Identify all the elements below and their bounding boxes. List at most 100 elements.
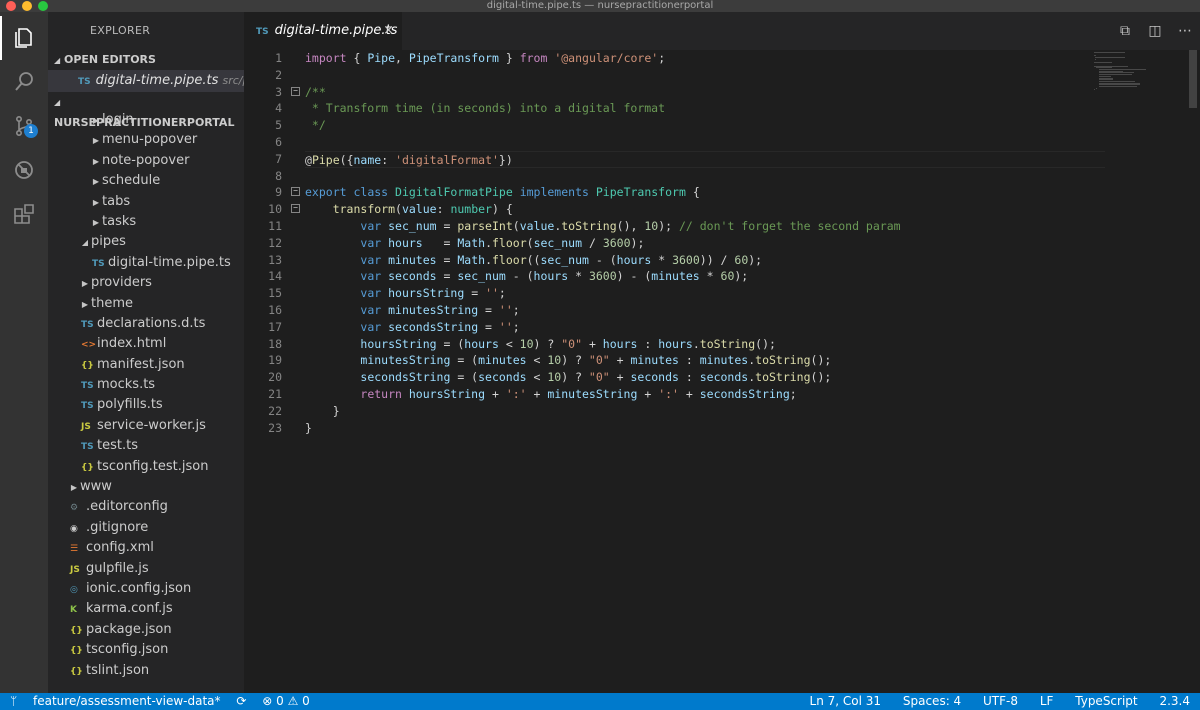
tree-file[interactable]: {} tsconfig.test.json [48,457,244,477]
code-line[interactable] [305,168,1105,185]
tree-file[interactable]: TS digital-time.pipe.ts [48,253,244,273]
code-line[interactable]: return hoursString + ':' + minutesString… [305,386,1105,403]
code-line[interactable]: transform(value: number) { [305,201,1105,218]
file-type-icon: TS [81,401,94,412]
open-editor-item[interactable]: TS digital-time.pipe.ts src/p... [48,70,244,92]
tree-file[interactable]: {} package.json [48,620,244,640]
vertical-scrollbar[interactable] [1186,50,1200,693]
tree-file[interactable]: {} manifest.json [48,355,244,375]
debug-icon[interactable] [0,148,48,192]
code-line[interactable]: import { Pipe, PipeTransform } from '@an… [305,50,1105,67]
code-line[interactable]: var secondsString = ''; [305,319,1105,336]
code-area[interactable]: import { Pipe, PipeTransform } from '@an… [305,50,1105,436]
chevron-right-icon: ▶ [92,217,100,227]
fold-icon[interactable]: − [291,86,300,96]
open-editors-section[interactable]: ◢ OPEN EDITORS [48,50,244,70]
tree-folder[interactable]: ▶ tasks [48,212,244,232]
code-line[interactable]: minutesString = (minutes < 10) ? "0" + m… [305,352,1105,369]
code-line[interactable]: hoursString = (hours < 10) ? "0" + hours… [305,336,1105,353]
tree-file[interactable]: ⚙ .editorconfig [48,497,244,517]
tree-file[interactable]: Kkarma.conf.js [48,599,244,619]
tree-folder[interactable]: ◢ pipes [48,232,244,252]
fold-icon[interactable]: − [291,204,300,214]
tree-item-label: tsconfig.test.json [97,458,209,474]
tree-file[interactable]: ◎ ionic.config.json [48,579,244,599]
code-line[interactable]: var hours = Math.floor(sec_num / 3600); [305,235,1105,252]
code-line[interactable]: @Pipe({name: 'digitalFormat'}) [305,150,1105,168]
tree-folder[interactable]: ▶ menu-popover [48,130,244,150]
line-number: 1 [275,51,282,65]
encoding-status[interactable]: UTF-8 [983,694,1018,708]
scm-badge: 1 [24,124,38,138]
code-line[interactable]: var sec_num = parseInt(value.toString(),… [305,218,1105,235]
typescript-version[interactable]: 2.3.4 [1159,694,1190,708]
branch-status[interactable]: ᛘ feature/assessment-view-data* [10,694,221,708]
code-line[interactable]: } [305,403,1105,420]
line-number: 6 [275,134,282,149]
tree-folder[interactable]: ▶ www [48,477,244,497]
close-icon[interactable]: × [383,12,394,50]
language-mode[interactable]: TypeScript [1075,694,1137,708]
line-number-gutter: 1 2 3−4 5 6 7 8 9−10−11 12 13 14 15 16 17 18 19 20 21 22 23 [244,50,304,436]
code-line[interactable]: */ [305,117,1105,134]
fold-icon[interactable]: − [291,187,300,197]
tree-folder[interactable]: ▶ note-popover [48,151,244,171]
tree-item-label: digital-time.pipe.ts [108,254,231,270]
tree-item-label: theme [91,295,133,311]
code-line[interactable]: var hoursString = ''; [305,285,1105,302]
code-line[interactable]: var seconds = sec_num - (hours * 3600) -… [305,268,1105,285]
tree-file[interactable]: ◉ .gitignore [48,518,244,538]
tree-file[interactable]: <>index.html [48,334,244,354]
code-line[interactable]: secondsString = (seconds < 10) ? "0" + s… [305,369,1105,386]
more-actions-icon[interactable]: ⋯ [1170,23,1200,39]
project-section[interactable]: ◢NURSEPRACTITIONERPORTAL [48,92,244,129]
source-control-icon[interactable]: 1 [0,104,48,148]
tree-folder[interactable]: ▶ tabs [48,192,244,212]
minimap[interactable] [1094,50,1184,91]
tree-file[interactable]: TS declarations.d.ts [48,314,244,334]
tree-item-label: tsconfig.json [86,642,169,658]
tree-file[interactable]: TS polyfills.ts [48,395,244,415]
scroll-thumb[interactable] [1189,50,1197,108]
file-type-icon: {} [81,360,94,371]
open-editor-name: digital-time.pipe.ts [95,73,219,88]
tree-folder[interactable]: ▶ theme [48,294,244,314]
line-number: 5 [275,118,282,133]
tree-folder[interactable]: ▶ login [48,110,244,130]
problems-status[interactable]: ⊗ 0 ⚠ 0 [262,694,310,708]
tree-file[interactable]: TS mocks.ts [48,375,244,395]
code-line[interactable]: var minutes = Math.floor((sec_num - (hou… [305,252,1105,269]
tree-folder[interactable]: ▶ providers [48,273,244,293]
code-line[interactable]: } [305,420,1105,437]
file-type-icon: TS [92,258,105,269]
code-editor[interactable]: 1 2 3−4 5 6 7 8 9−10−11 12 13 14 15 16 17 18 19 20 21 22 23… [244,50,1200,693]
tree-file[interactable]: {} tsconfig.json [48,640,244,660]
explorer-icon[interactable] [0,16,48,60]
search-icon[interactable] [0,60,48,104]
tab-digital-time-pipe[interactable]: TS digital-time.pipe.ts × [244,12,402,50]
sync-icon[interactable]: ⟳ [236,694,246,708]
file-type-icon: {} [81,462,94,473]
tree-file[interactable]: TS test.ts [48,436,244,456]
file-type-icon: ◉ [70,523,78,534]
code-line[interactable] [305,134,1105,151]
code-line[interactable]: /** [305,84,1105,101]
code-line[interactable] [305,67,1105,84]
tree-item-label: polyfills.ts [97,397,163,413]
code-line[interactable]: * Transform time (in seconds) into a dig… [305,100,1105,117]
code-line[interactable]: export class DigitalFormatPipe implement… [305,184,1105,201]
minimap-line [1094,89,1095,91]
indentation-status[interactable]: Spaces: 4 [903,694,961,708]
tree-file[interactable]: ☰ config.xml [48,538,244,558]
code-line[interactable]: var minutesString = ''; [305,302,1105,319]
split-editor-icon[interactable]: ◫ [1140,23,1170,39]
eol-status[interactable]: LF [1040,694,1054,708]
tree-file[interactable]: {} tslint.json [48,661,244,681]
extensions-icon[interactable] [0,192,48,236]
tree-item-label: declarations.d.ts [97,315,206,331]
open-changes-icon[interactable]: ⧉ [1110,23,1140,39]
tree-folder[interactable]: ▶ schedule [48,171,244,191]
tree-file[interactable]: JS service-worker.js [48,416,244,436]
cursor-position[interactable]: Ln 7, Col 31 [810,694,882,708]
tree-file[interactable]: JS gulpfile.js [48,559,244,579]
